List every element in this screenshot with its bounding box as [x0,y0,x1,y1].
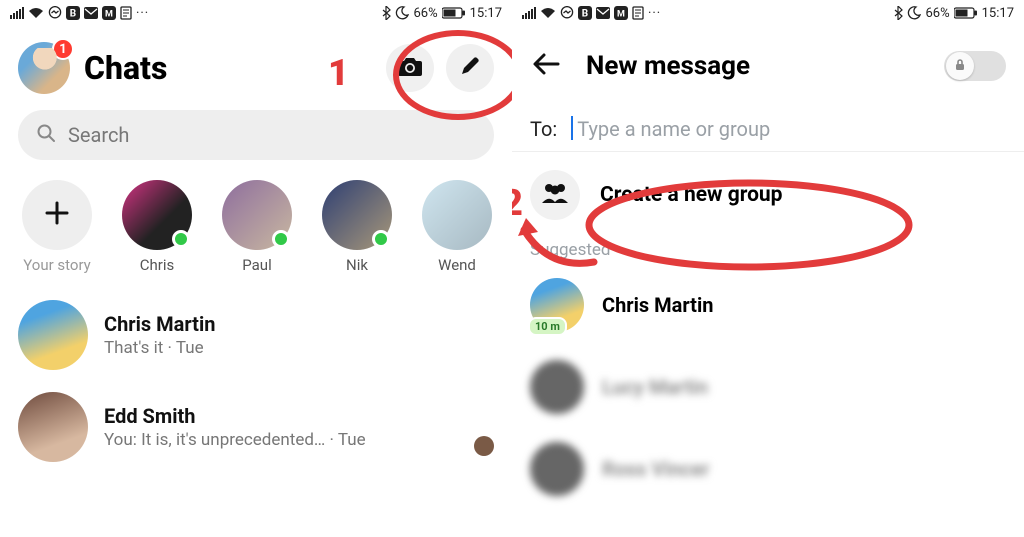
story-label: Chris [140,256,175,274]
contact-name: Ross Vincer [602,457,709,481]
contact-name: Lucy Martin [602,375,708,399]
contact-avatar [530,360,584,414]
suggested-heading: Suggested [512,234,1024,264]
create-group-label: Create a new group [600,183,783,207]
suggested-contact[interactable]: 10 m Chris Martin [512,264,1024,346]
compose-button[interactable] [446,44,494,92]
app-m-icon: M [614,6,628,20]
camera-icon [397,55,423,81]
battery-percent: 66% [413,6,437,21]
notification-badge: 1 [52,38,74,60]
wifi-icon [540,7,556,19]
chat-avatar [18,392,88,462]
your-story-button[interactable]: Your story [18,180,96,274]
chat-preview: That's it · Tue [104,338,215,358]
app-m-icon: M [102,6,116,20]
status-bar: B M ··· 66% [512,0,1024,26]
suggested-contact[interactable]: Ross Vincer [512,428,1024,510]
to-label: To: [530,117,557,141]
screen-new-message: B M ··· 66% [512,0,1024,537]
notes-icon [632,6,644,20]
signal-icon [10,7,24,19]
online-indicator-icon [272,230,290,248]
recent-activity-chip: 10 m [528,317,567,336]
contact-avatar [530,442,584,496]
suggested-contact[interactable]: Lucy Martin [512,346,1024,428]
clock-time: 15:17 [982,6,1014,21]
dnd-moon-icon [907,6,921,20]
chat-avatar [18,300,88,370]
back-button[interactable] [526,46,566,86]
bluetooth-icon [381,6,391,20]
more-notifications-icon: ··· [648,6,661,21]
svg-text:B: B [582,9,588,20]
battery-icon [954,7,978,19]
story-item[interactable]: Wend [418,180,496,274]
search-input[interactable]: Search [18,110,494,160]
create-group-button[interactable]: Create a new group [512,152,1024,234]
profile-avatar[interactable]: 1 [18,42,70,94]
battery-percent: 66% [925,6,949,21]
pencil-icon [459,55,481,81]
messenger-icon [560,6,574,20]
app-b-icon: B [66,6,80,20]
gmail-icon [596,7,610,19]
story-item[interactable]: Nik [318,180,396,274]
svg-text:M: M [105,10,113,20]
bluetooth-icon [893,6,903,20]
recipient-input[interactable]: To: Type a name or group [512,94,1024,152]
wifi-icon [28,7,44,19]
clock-time: 15:17 [470,6,502,21]
story-label: Your story [23,256,91,274]
search-placeholder: Search [68,123,129,147]
chat-item[interactable]: Chris Martin That's it · Tue [18,300,494,370]
story-label: Wend [438,256,476,274]
app-b-icon: B [578,6,592,20]
page-title: New message [586,51,924,81]
chat-name: Edd Smith [104,404,366,428]
dnd-moon-icon [395,6,409,20]
text-cursor-icon [571,116,573,140]
online-indicator-icon [372,230,390,248]
contact-name: Chris Martin [602,293,713,317]
messenger-icon [48,6,62,20]
plus-icon [44,200,70,230]
group-icon [540,182,570,208]
more-notifications-icon: ··· [136,6,149,21]
story-item[interactable]: Chris [118,180,196,274]
story-item[interactable]: Paul [218,180,296,274]
chat-item[interactable]: Edd Smith You: It is, it's unprecedented… [18,392,494,462]
chat-name: Chris Martin [104,312,215,336]
stories-row: Your story Chris Paul Nik Wend [0,174,512,280]
lock-icon [953,57,967,76]
camera-button[interactable] [386,44,434,92]
svg-text:B: B [70,9,76,20]
online-indicator-icon [172,230,190,248]
recipient-placeholder: Type a name or group [577,117,770,141]
status-bar: B M ··· 66% [0,0,512,26]
story-label: Paul [242,256,271,274]
battery-icon [442,7,466,19]
contact-avatar: 10 m [530,278,584,332]
secret-conversation-toggle[interactable] [944,51,1006,81]
arrow-left-icon [532,52,560,80]
notes-icon [120,6,132,20]
search-icon [36,123,56,147]
screen-chats: B M ··· 66% [0,0,512,537]
story-label: Nik [346,256,368,274]
chat-preview: You: It is, it's unprecedented… · Tue [104,430,366,450]
svg-text:M: M [617,10,625,20]
page-title: Chats [84,49,372,87]
signal-icon [522,7,536,19]
seen-indicator-icon [474,436,494,456]
gmail-icon [84,7,98,19]
